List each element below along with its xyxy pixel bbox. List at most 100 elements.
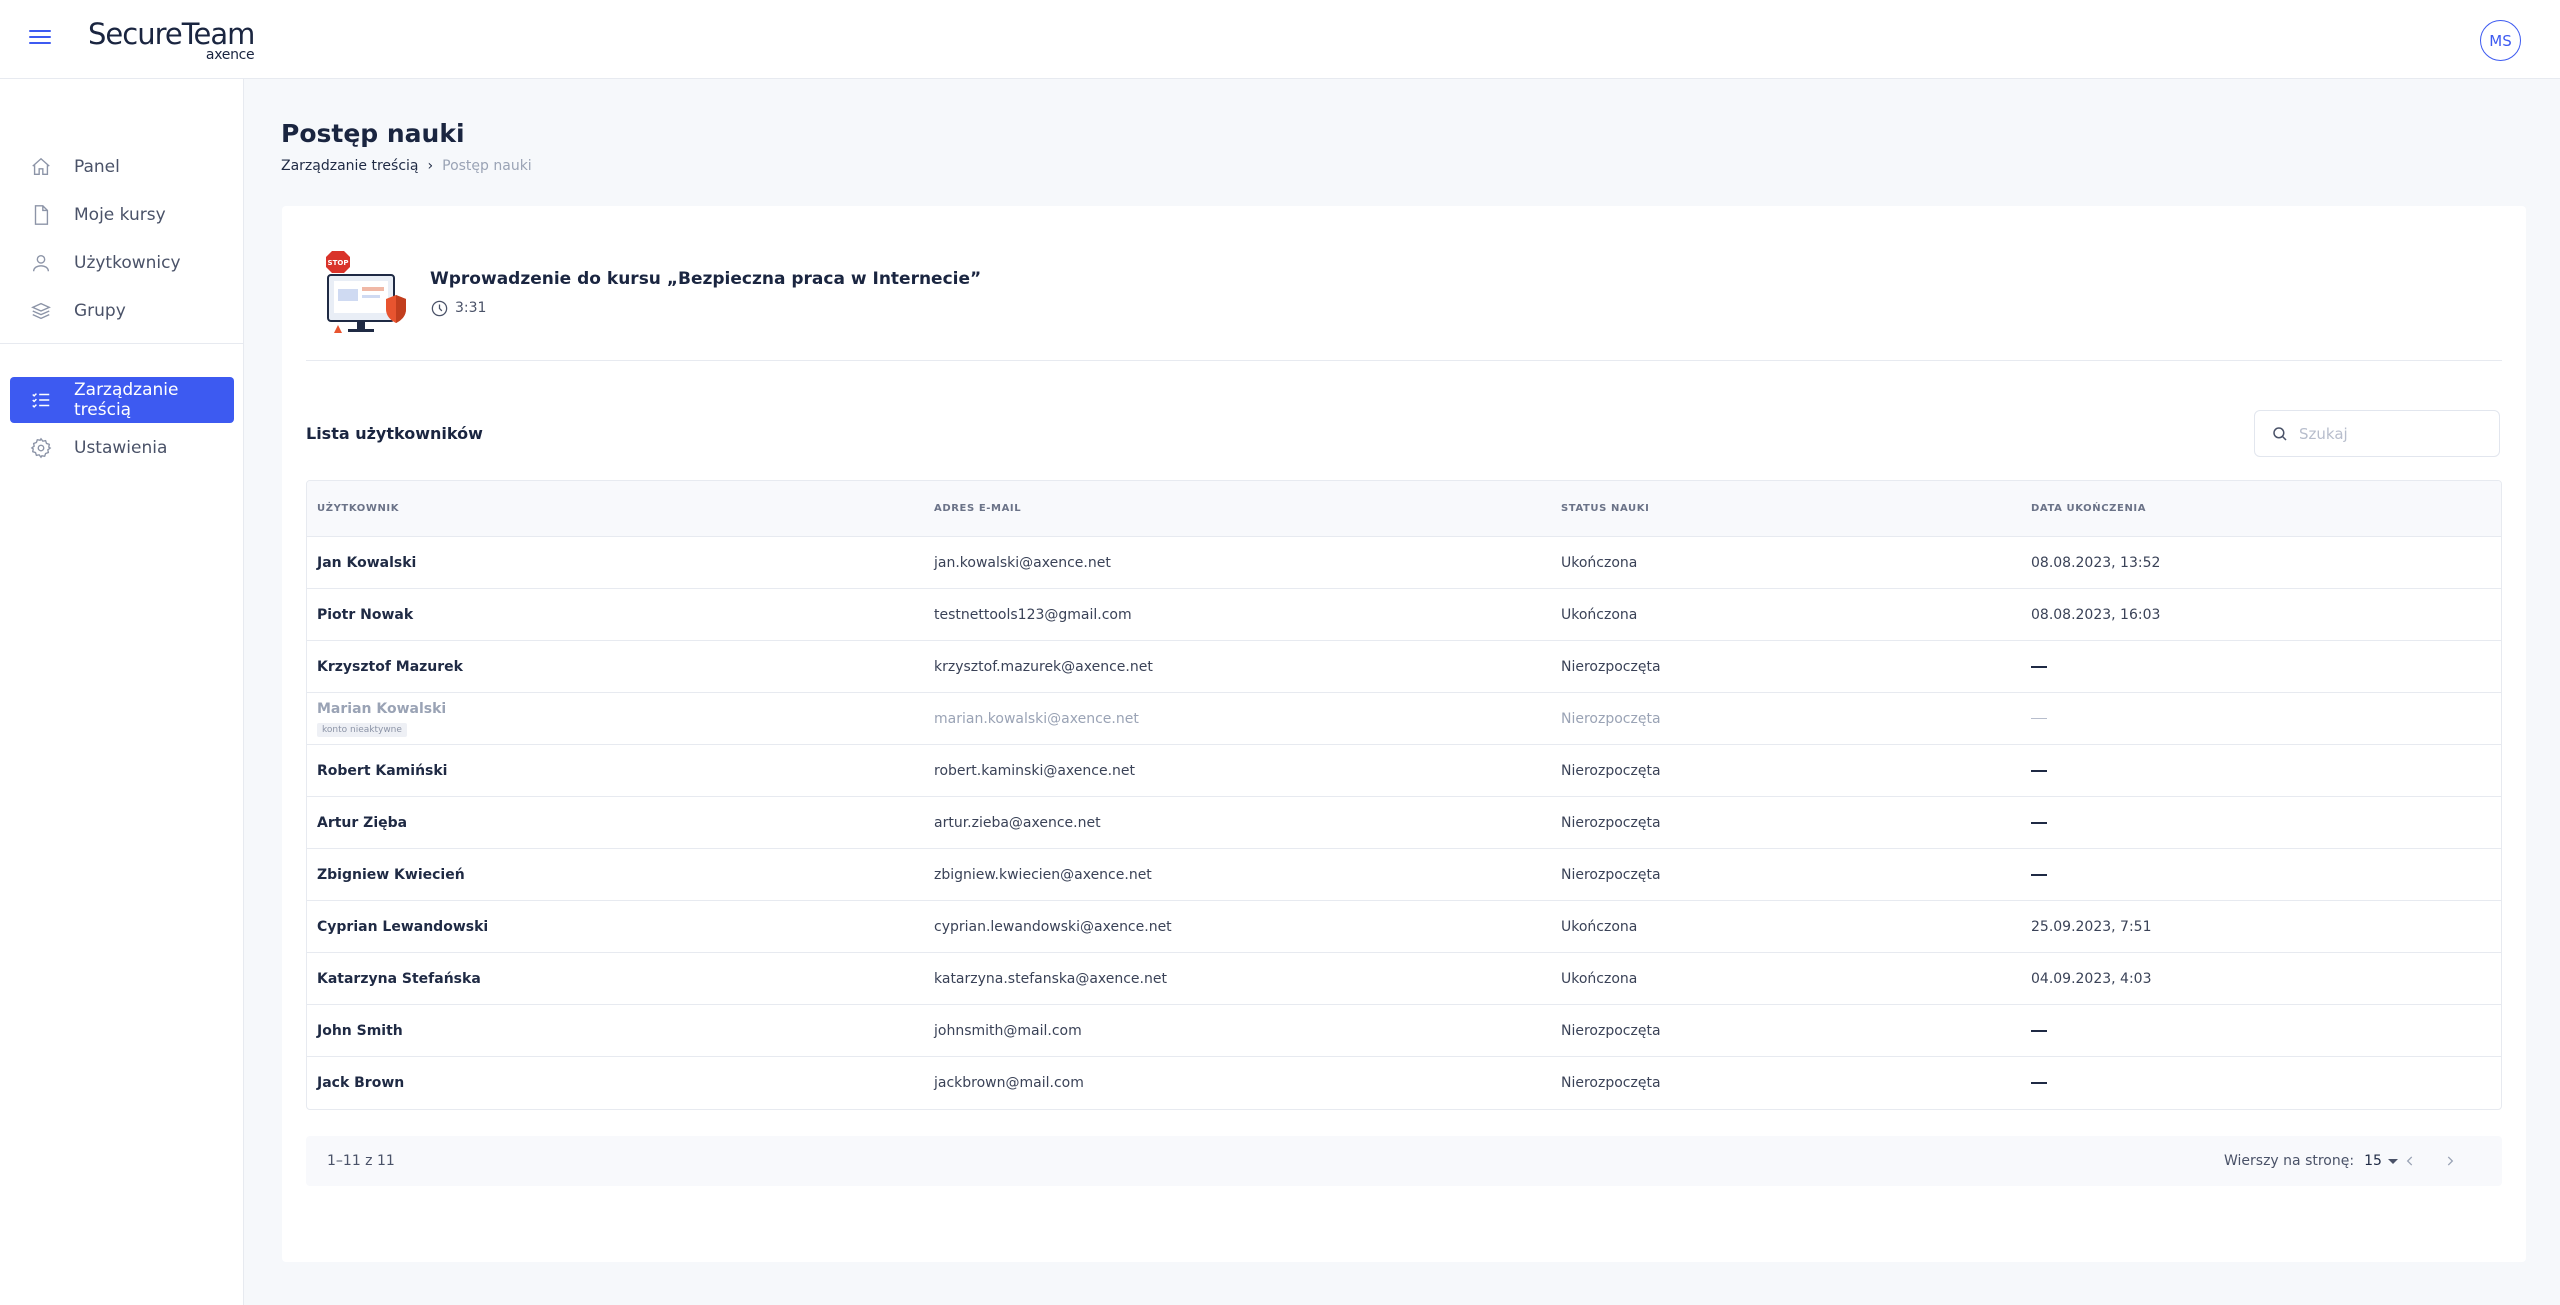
cell-date: 04.09.2023, 4:03 [2031, 970, 2152, 987]
chevron-right-icon: › [427, 158, 434, 174]
table-row[interactable]: Jack Brown jackbrown@mail.com Nierozpoczęt… [307, 1057, 2501, 1109]
column-header-user[interactable]: Użytkownik [307, 503, 934, 514]
cell-status: Ukończona [1561, 606, 1638, 623]
empty-dash [2031, 769, 2047, 772]
logo[interactable]: SecureTeam axence [88, 17, 255, 63]
menu-icon[interactable] [28, 26, 52, 50]
cell-status: Ukończona [1561, 918, 1638, 935]
cell-email: jan.kowalski@axence.net [934, 554, 1111, 571]
table-row[interactable]: Jan Kowalski jan.kowalski@axence.net Ukońc… [307, 537, 2501, 589]
cell-status: Nierozpoczęta [1561, 762, 1661, 779]
cell-email: krzysztof.mazurek@axence.net [934, 658, 1153, 675]
breadcrumb: Zarządzanie treścią › Postęp nauki [281, 158, 532, 174]
rows-per-page-value: 15 [2364, 1153, 2382, 1169]
user-name: Marian Kowalski [317, 700, 447, 717]
breadcrumb-link[interactable]: Zarządzanie treścią [281, 158, 419, 174]
cell-email: jackbrown@mail.com [934, 1075, 1084, 1091]
rows-per-page-label: Wierszy na stronę: [2224, 1153, 2355, 1169]
table-row[interactable]: Marian Kowalski konto nieaktywne marian.ko… [307, 693, 2501, 745]
cell-status: Nierozpoczęta [1561, 710, 1661, 727]
cell-user: Zbigniew Kwiecień [307, 867, 934, 883]
user-name: Robert Kamiński [317, 762, 448, 779]
column-header-email[interactable]: Adres e-mail [934, 503, 1561, 514]
logo-subtext: axence [205, 47, 255, 63]
sidebar-item-users[interactable]: Użytkownicy [10, 240, 234, 286]
cell-date [2031, 867, 2501, 883]
column-header-status[interactable]: Status nauki [1561, 503, 2031, 514]
user-name: Cyprian Lewandowski [317, 918, 489, 935]
sidebar-item-courses[interactable]: Moje kursy [10, 192, 234, 238]
table-header: Użytkownik Adres e-mail Status nauki Dat… [307, 481, 2501, 537]
sidebar-item-label: Moje kursy [74, 205, 166, 225]
table-row[interactable]: Krzysztof Mazurek krzysztof.mazurek@axenc… [307, 641, 2501, 693]
document-icon [34, 205, 49, 225]
cell-date [2031, 763, 2501, 779]
table-row[interactable]: Katarzyna Stefańska katarzyna.stefanska@a… [307, 953, 2501, 1005]
table-row[interactable]: Piotr Nowak testnettools123@gmail.com Ukoń… [307, 589, 2501, 641]
layers-icon [31, 302, 51, 320]
cell-user: Artur Zięba [307, 815, 934, 831]
sidebar-item-label: Grupy [74, 301, 126, 321]
cell-status: Nierozpoczęta [1561, 1022, 1661, 1039]
cell-date [2031, 711, 2501, 727]
table-body: Jan Kowalski jan.kowalski@axence.net Ukońc… [307, 537, 2501, 1109]
chevron-left-icon [2406, 1156, 2413, 1166]
cell-date: 08.08.2023, 16:03 [2031, 606, 2161, 623]
course-header: STOP Wprowadzenie do kursu „Bezpieczna p… [322, 248, 981, 338]
cell-status: Ukończona [1561, 554, 1638, 571]
sidebar-item-settings[interactable]: Ustawienia [10, 425, 234, 471]
table-row[interactable]: Artur Zięba artur.zieba@axence.net Nierozp… [307, 797, 2501, 849]
empty-dash [2031, 873, 2047, 876]
logo-text: SecureTeam [88, 17, 255, 51]
cell-user: Jan Kowalski [307, 555, 934, 571]
table-row[interactable]: John Smith johnsmith@mail.com Nierozpoczęt… [307, 1005, 2501, 1057]
cell-email: cyprian.lewandowski@axence.net [934, 918, 1172, 935]
divider [306, 360, 2502, 361]
pagination: 1–11 z 11 Wierszy na stronę: 15 [306, 1136, 2502, 1186]
home-icon [32, 157, 50, 176]
course-duration-value: 3:31 [455, 300, 487, 316]
gear-icon [30, 437, 52, 459]
next-page-button[interactable] [2438, 1149, 2462, 1173]
status-badge: konto nieaktywne [317, 722, 407, 737]
cell-status: Ukończona [1561, 970, 1638, 987]
table-row[interactable]: Robert Kamiński robert.kaminski@axence.ne… [307, 745, 2501, 797]
empty-dash [2031, 718, 2047, 719]
course-duration: 3:31 [430, 299, 981, 318]
column-header-date[interactable]: Data ukończenia [2031, 503, 2501, 514]
previous-page-button[interactable] [2398, 1149, 2422, 1173]
search-box [2254, 410, 2500, 457]
rows-per-page-select[interactable]: 15 [2364, 1153, 2398, 1169]
sidebar-divider [0, 343, 244, 344]
cell-date [2031, 1023, 2501, 1039]
top-bar: SecureTeam axence MS [0, 0, 2560, 79]
user-name: Katarzyna Stefańska [317, 970, 481, 987]
sidebar-item-content-management[interactable]: Zarządzanie treścią [10, 377, 234, 423]
table-row[interactable]: Cyprian Lewandowski cyprian.lewandowski@a… [307, 901, 2501, 953]
table-row[interactable]: Zbigniew Kwiecień zbigniew.kwiecien@axenc… [307, 849, 2501, 901]
cell-date: 25.09.2023, 7:51 [2031, 918, 2152, 935]
clock-icon [431, 300, 448, 316]
sidebar-item-label: Panel [74, 157, 120, 177]
cell-date [2031, 815, 2501, 831]
user-name: Zbigniew Kwiecień [317, 866, 465, 883]
cell-date [2031, 1075, 2501, 1091]
empty-dash [2031, 1029, 2047, 1032]
avatar[interactable]: MS [2480, 20, 2521, 61]
search-input[interactable] [2299, 424, 2489, 443]
cell-email: testnettools123@gmail.com [934, 606, 1132, 623]
sidebar-item-groups[interactable]: Grupy [10, 288, 234, 334]
cell-user: Jack Brown [307, 1075, 934, 1091]
sidebar: Panel Moje kursy Użytkownicy Grupy Zarzą… [0, 79, 244, 1305]
sidebar-item-panel[interactable]: Panel [10, 144, 234, 190]
cell-user: Piotr Nowak [307, 607, 934, 623]
breadcrumb-current: Postęp nauki [442, 158, 532, 174]
empty-dash [2031, 1082, 2047, 1084]
user-name: Artur Zięba [317, 814, 408, 831]
cell-user: John Smith [307, 1023, 934, 1039]
course-title: Wprowadzenie do kursu „Bezpieczna praca … [430, 268, 982, 289]
empty-dash [2031, 665, 2047, 668]
cell-email: artur.zieba@axence.net [934, 814, 1101, 831]
page-title: Postęp nauki [281, 119, 465, 148]
user-name: Piotr Nowak [317, 606, 414, 623]
